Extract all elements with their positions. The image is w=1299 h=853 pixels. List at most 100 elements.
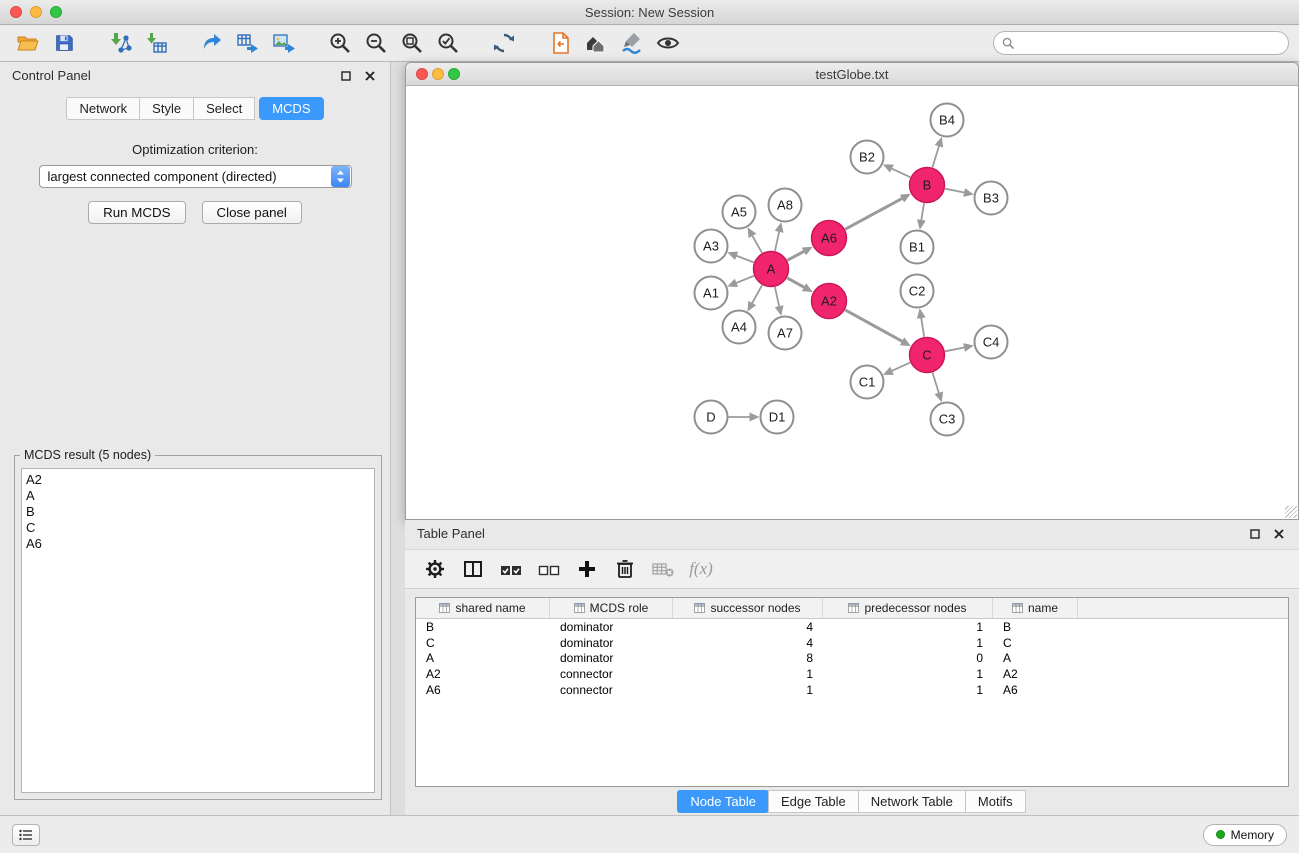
float-panel-icon[interactable] — [338, 68, 354, 84]
zoom-window-icon[interactable] — [50, 6, 62, 18]
close-window-icon[interactable] — [10, 6, 22, 18]
tab-network-table[interactable]: Network Table — [858, 790, 966, 813]
edge-A-A1[interactable] — [735, 276, 754, 284]
edge-A-A2[interactable] — [787, 278, 806, 288]
search-box[interactable] — [993, 31, 1289, 55]
column-header-shared-name[interactable]: shared name — [416, 598, 550, 618]
add-column-icon[interactable] — [571, 554, 603, 584]
mcds-result-item[interactable]: A2 — [26, 472, 374, 488]
node-B2[interactable]: B2 — [851, 141, 884, 174]
node-A7[interactable]: A7 — [769, 317, 802, 350]
edge-A2-C[interactable] — [845, 310, 904, 342]
zoom-out-icon[interactable] — [358, 28, 394, 58]
network-document-icon[interactable] — [542, 28, 578, 58]
minimize-window-icon[interactable] — [30, 6, 42, 18]
tab-network[interactable]: Network — [66, 97, 140, 120]
table-close-panel-icon[interactable] — [1271, 526, 1287, 542]
node-A2[interactable]: A2 — [812, 284, 847, 319]
edge-B-B3[interactable] — [945, 189, 966, 193]
edge-C-C3[interactable] — [933, 373, 940, 395]
column-header-predecessor-nodes[interactable]: predecessor nodes — [823, 598, 993, 618]
edge-A6-B[interactable] — [845, 198, 903, 230]
node-A1[interactable]: A1 — [695, 277, 728, 310]
node-C4[interactable]: C4 — [975, 326, 1008, 359]
mcds-result-item[interactable]: B — [26, 504, 374, 520]
edge-A-A6[interactable] — [787, 250, 805, 260]
memory-button[interactable]: Memory — [1203, 824, 1287, 846]
mcds-result-list[interactable]: A2ABCA6 — [21, 468, 375, 793]
close-panel-button[interactable]: Close panel — [202, 201, 302, 224]
mcds-result-item[interactable]: A — [26, 488, 374, 504]
node-C2[interactable]: C2 — [901, 275, 934, 308]
select-all-icon[interactable] — [495, 554, 527, 584]
table-row[interactable]: A6connector11A6 — [416, 682, 1288, 698]
import-network-icon[interactable] — [102, 28, 138, 58]
node-B4[interactable]: B4 — [931, 104, 964, 137]
import-table-icon[interactable] — [138, 28, 174, 58]
resize-grip[interactable] — [1285, 506, 1297, 518]
node-table[interactable]: shared nameMCDS rolesuccessor nodesprede… — [415, 597, 1289, 787]
split-panel-icon[interactable] — [457, 554, 489, 584]
mcds-result-item[interactable]: C — [26, 520, 374, 536]
eye-icon[interactable] — [650, 28, 686, 58]
node-D1[interactable]: D1 — [761, 401, 794, 434]
tab-node-table[interactable]: Node Table — [677, 790, 769, 813]
search-input[interactable] — [1020, 36, 1280, 50]
node-B1[interactable]: B1 — [901, 231, 934, 264]
tab-edge-table[interactable]: Edge Table — [768, 790, 859, 813]
edge-C-C1[interactable] — [890, 363, 910, 372]
node-A5[interactable]: A5 — [723, 196, 756, 229]
network-close-icon[interactable] — [416, 68, 428, 80]
node-A4[interactable]: A4 — [723, 311, 756, 344]
edge-A-A8[interactable] — [775, 230, 780, 251]
column-header-mcds-role[interactable]: MCDS role — [550, 598, 673, 618]
edge-A-A4[interactable] — [751, 285, 762, 304]
edge-B-B2[interactable] — [890, 168, 910, 177]
table-row[interactable]: A2connector11A2 — [416, 666, 1288, 682]
function-builder-icon[interactable]: f(x) — [685, 554, 717, 584]
optimization-criterion-select[interactable]: largest connected component (directed) — [39, 165, 352, 188]
node-C3[interactable]: C3 — [931, 403, 964, 436]
node-A[interactable]: A — [754, 252, 789, 287]
edge-A-A3[interactable] — [735, 255, 754, 262]
network-canvas[interactable]: B4B2BB3A5A8A6A3B1AA1C2A2A4A7C4CC1C3DD1 — [406, 86, 1298, 519]
node-A6[interactable]: A6 — [812, 221, 847, 256]
network-window-titlebar[interactable]: testGlobe.txt — [406, 63, 1298, 86]
open-session-icon[interactable] — [10, 28, 46, 58]
node-A8[interactable]: A8 — [769, 189, 802, 222]
node-A3[interactable]: A3 — [695, 230, 728, 263]
run-mcds-button[interactable]: Run MCDS — [88, 201, 185, 224]
zoom-selected-icon[interactable] — [430, 28, 466, 58]
delete-table-icon[interactable] — [647, 554, 679, 584]
node-C[interactable]: C — [910, 338, 945, 373]
node-D[interactable]: D — [695, 401, 728, 434]
edge-A-A7[interactable] — [775, 287, 780, 308]
save-session-icon[interactable] — [46, 28, 82, 58]
table-row[interactable]: Adominator80A — [416, 651, 1288, 667]
apply-layout-icon[interactable] — [486, 28, 522, 58]
node-C1[interactable]: C1 — [851, 366, 884, 399]
tab-select[interactable]: Select — [193, 97, 255, 120]
tab-mcds[interactable]: MCDS — [259, 97, 323, 120]
zoom-in-icon[interactable] — [322, 28, 358, 58]
edge-B-B1[interactable] — [921, 203, 924, 222]
export-table-icon[interactable] — [230, 28, 266, 58]
export-image-icon[interactable] — [266, 28, 302, 58]
network-minimize-icon[interactable] — [432, 68, 444, 80]
zoom-fit-icon[interactable] — [394, 28, 430, 58]
column-header-successor-nodes[interactable]: successor nodes — [673, 598, 823, 618]
edge-C-C4[interactable] — [945, 347, 966, 351]
close-panel-icon[interactable] — [362, 68, 378, 84]
edge-C-C2[interactable] — [921, 316, 924, 337]
tab-style[interactable]: Style — [139, 97, 194, 120]
node-B3[interactable]: B3 — [975, 182, 1008, 215]
settings-gear-icon[interactable] — [419, 554, 451, 584]
task-history-button[interactable] — [12, 824, 40, 846]
edge-B-B4[interactable] — [932, 144, 939, 167]
column-header-name[interactable]: name — [993, 598, 1078, 618]
deselect-all-icon[interactable] — [533, 554, 565, 584]
table-float-panel-icon[interactable] — [1247, 526, 1263, 542]
tab-motifs[interactable]: Motifs — [965, 790, 1026, 813]
delete-column-icon[interactable] — [609, 554, 641, 584]
apply-style-icon[interactable] — [614, 28, 650, 58]
